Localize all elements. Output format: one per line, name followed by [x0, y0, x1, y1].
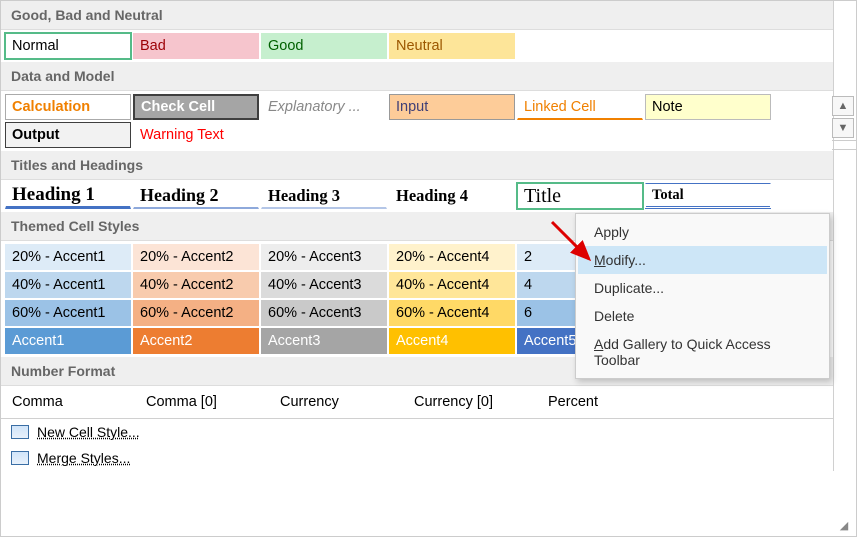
style-currency-0[interactable]: Currency [0] [407, 389, 539, 415]
style-20-accent3[interactable]: 20% - Accent3 [261, 244, 387, 270]
style-60-accent2[interactable]: 60% - Accent2 [133, 300, 259, 326]
style-accent1[interactable]: Accent1 [5, 328, 131, 354]
new-cell-style-label: New Cell Style... [37, 424, 140, 440]
style-linked-cell[interactable]: Linked Cell [517, 94, 643, 120]
merge-styles-button[interactable]: Merge Styles... [1, 445, 833, 471]
section-data-model: Data and Model [1, 62, 833, 91]
merge-styles-label: Merge Styles... [37, 450, 130, 466]
style-60-accent1[interactable]: 60% - Accent1 [5, 300, 131, 326]
style-40-accent1[interactable]: 40% - Accent1 [5, 272, 131, 298]
section-good-bad-neutral: Good, Bad and Neutral [1, 1, 833, 30]
style-heading2[interactable]: Heading 2 [133, 183, 259, 209]
style-neutral[interactable]: Neutral [389, 33, 515, 59]
style-comma-0[interactable]: Comma [0] [139, 389, 271, 415]
style-normal[interactable]: Normal [5, 33, 131, 59]
style-bad[interactable]: Bad [133, 33, 259, 59]
style-output[interactable]: Output [5, 122, 131, 148]
gallery-footer: New Cell Style... Merge Styles... [1, 418, 833, 471]
style-40-accent2[interactable]: 40% - Accent2 [133, 272, 259, 298]
merge-styles-icon [11, 451, 29, 465]
style-40-accent3[interactable]: 40% - Accent3 [261, 272, 387, 298]
style-accent4[interactable]: Accent4 [389, 328, 515, 354]
ctx-add-gallery-qat[interactable]: Add Gallery to Quick Access Toolbar [578, 330, 827, 374]
context-menu: Apply Modify... Duplicate... Delete Add … [575, 213, 830, 379]
style-20-accent2[interactable]: 20% - Accent2 [133, 244, 259, 270]
resize-handle-icon[interactable]: ◢ [834, 519, 854, 534]
ctx-modify[interactable]: Modify... [578, 246, 827, 274]
style-heading4[interactable]: Heading 4 [389, 183, 515, 209]
style-check-cell[interactable]: Check Cell [133, 94, 259, 120]
style-input[interactable]: Input [389, 94, 515, 120]
style-accent3[interactable]: Accent3 [261, 328, 387, 354]
section-titles-headings: Titles and Headings [1, 151, 833, 180]
ctx-delete[interactable]: Delete [578, 302, 827, 330]
style-20-accent1[interactable]: 20% - Accent1 [5, 244, 131, 270]
ctx-apply[interactable]: Apply [578, 218, 827, 246]
style-percent[interactable]: Percent [541, 389, 673, 415]
scroll-up-button[interactable]: ▲ [832, 96, 854, 116]
scroll-down-button[interactable]: ▼ [832, 118, 854, 138]
style-note[interactable]: Note [645, 94, 771, 120]
style-20-accent4[interactable]: 20% - Accent4 [389, 244, 515, 270]
style-currency[interactable]: Currency [273, 389, 405, 415]
style-comma[interactable]: Comma [5, 389, 137, 415]
style-warning-text[interactable]: Warning Text [133, 122, 259, 148]
ctx-duplicate[interactable]: Duplicate... [578, 274, 827, 302]
style-calculation[interactable]: Calculation [5, 94, 131, 120]
style-heading3[interactable]: Heading 3 [261, 183, 387, 209]
style-accent2[interactable]: Accent2 [133, 328, 259, 354]
style-total[interactable]: Total [645, 183, 771, 209]
style-explanatory[interactable]: Explanatory ... [261, 94, 387, 120]
style-40-accent4[interactable]: 40% - Accent4 [389, 272, 515, 298]
new-style-icon [11, 425, 29, 439]
style-good[interactable]: Good [261, 33, 387, 59]
style-title[interactable]: Title [517, 183, 643, 209]
scroll-divider [832, 140, 856, 150]
style-heading1[interactable]: Heading 1 [5, 183, 131, 209]
style-60-accent3[interactable]: 60% - Accent3 [261, 300, 387, 326]
style-60-accent4[interactable]: 60% - Accent4 [389, 300, 515, 326]
scroll-controls: ▲ ▼ [832, 96, 856, 150]
new-cell-style-button[interactable]: New Cell Style... [1, 419, 833, 445]
